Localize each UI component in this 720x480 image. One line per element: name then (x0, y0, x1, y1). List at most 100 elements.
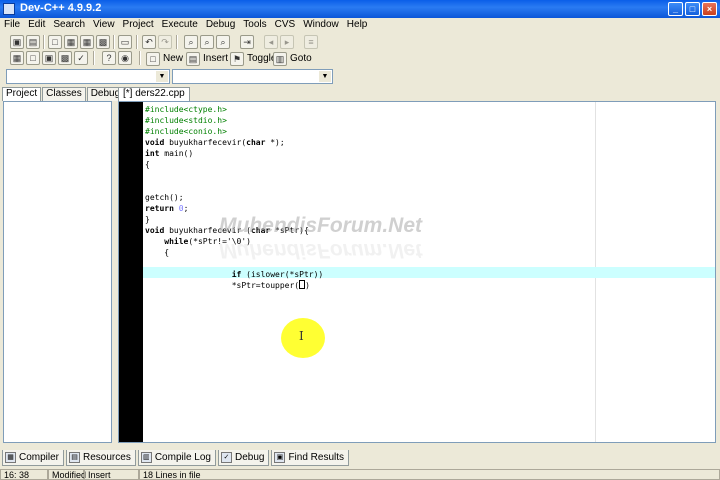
forward-icon[interactable]: ▸ (280, 35, 294, 49)
chevron-down-icon[interactable]: ▼ (156, 71, 168, 82)
project-tree[interactable] (3, 101, 112, 443)
compile-icon[interactable]: ▦ (10, 51, 24, 65)
compile-log-icon: ▥ (140, 452, 152, 463)
tab-resources[interactable]: ▤ Resources (66, 450, 136, 466)
toolbar-separator (43, 35, 45, 49)
code-token: { (145, 160, 150, 169)
help-icon[interactable]: ? (102, 51, 116, 65)
new-icon: □ (146, 51, 160, 66)
toolbar-separator (136, 35, 138, 49)
close-file-icon[interactable]: ▩ (96, 35, 110, 49)
code-token: } (145, 215, 150, 224)
code-token: if (231, 270, 242, 279)
code-token: #include<ctype.h> (145, 105, 227, 114)
code-editor[interactable]: #include<ctype.h> #include<stdio.h> #inclu… (118, 101, 716, 443)
menu-edit[interactable]: Edit (24, 18, 49, 32)
replace-icon[interactable]: ⌕ (200, 35, 214, 49)
tab-label: Resources (83, 451, 131, 463)
goto-button[interactable]: ▥ Goto (273, 51, 312, 66)
find-icon[interactable]: ⌕ (184, 35, 198, 49)
save-icon[interactable]: ▦ (64, 35, 78, 49)
code-line[interactable]: #include<stdio.h> (145, 115, 323, 126)
code-token: (islower(*sPtr)) (241, 270, 324, 279)
menu-debug[interactable]: Debug (202, 18, 239, 32)
status-lines: 18 Lines in file (139, 469, 720, 480)
toolbar-separator (176, 35, 178, 49)
code-line[interactable]: #include<conio.h> (145, 126, 323, 137)
watermark: MuhendisForum.Net (219, 214, 422, 237)
code-token: ) (305, 281, 310, 290)
tab-label: Compiler (19, 451, 60, 463)
insert-button[interactable]: ▤ Insert (186, 51, 228, 66)
menu-search[interactable]: Search (49, 18, 89, 32)
code-token: main() (159, 149, 194, 158)
find-next-icon[interactable]: ⌕ (216, 35, 230, 49)
code-text[interactable]: #include<ctype.h> #include<stdio.h> #inclu… (145, 104, 323, 291)
code-line[interactable]: void buyukharfecevir(char *); (145, 137, 323, 148)
new-button[interactable]: □ New (146, 51, 183, 66)
code-line[interactable] (145, 181, 323, 192)
menu-file[interactable]: File (0, 18, 24, 32)
save-all-icon[interactable]: ▦ (80, 35, 94, 49)
tab-debug[interactable]: ✓ Debug (217, 450, 270, 466)
bottom-tabs: ▦ Compiler ▤ Resources ▥ Compile Log ✓ Debug ▣ Fi… (0, 450, 720, 467)
tab-label: Debug (234, 451, 265, 463)
tab-compile-log[interactable]: ▥ Compile Log (137, 450, 216, 466)
toggle-button[interactable]: ⚑ Toggle (230, 51, 276, 66)
menu-execute[interactable]: Execute (158, 18, 202, 32)
code-token: buyukharfecevir( (164, 138, 247, 147)
class-combo[interactable]: ▼ (6, 69, 170, 84)
secondary-toolbar: ▦ □ ▣ ▩ ✓ ? ◉ □ New ▤ Insert ⚑ Toggle ▥ … (0, 50, 720, 67)
new-project-icon[interactable]: ▣ (10, 35, 24, 49)
toggle-bookmark-icon: ⚑ (230, 51, 244, 66)
code-line[interactable] (145, 170, 323, 181)
class-browser-icon[interactable]: ≡ (304, 35, 318, 49)
menu-window[interactable]: Window (299, 18, 343, 32)
tab-project[interactable]: Project (2, 87, 42, 101)
member-combo[interactable]: ▼ (172, 69, 333, 84)
tab-label: Find Results (288, 451, 345, 463)
menu-view[interactable]: View (89, 18, 119, 32)
about-icon[interactable]: ◉ (118, 51, 132, 65)
tab-classes[interactable]: Classes (42, 87, 86, 101)
main-toolbar: ▣ ▤ □ ▦ ▦ ▩ ▭ ↶ ↷ ⌕ ⌕ ⌕ ⇥ ◂ ▸ ≡ (0, 33, 720, 51)
menu-tools[interactable]: Tools (239, 18, 270, 32)
chevron-down-icon[interactable]: ▼ (319, 71, 331, 82)
code-line[interactable]: *sPtr=toupper() (145, 280, 323, 291)
code-line[interactable]: getch(); (145, 192, 323, 203)
code-line[interactable]: if (islower(*sPtr)) (145, 269, 324, 280)
toolbar-separator (113, 35, 115, 49)
code-line[interactable]: #include<ctype.h> (145, 104, 323, 115)
code-token: char (246, 138, 266, 147)
menu-help[interactable]: Help (343, 18, 372, 32)
undo-icon[interactable]: ↶ (142, 35, 156, 49)
menu-cvs[interactable]: CVS (271, 18, 300, 32)
code-line[interactable]: { (145, 159, 323, 170)
file-tab[interactable]: [*] ders22.cpp (118, 87, 190, 101)
redo-icon[interactable]: ↷ (158, 35, 172, 49)
print-icon[interactable]: ▭ (118, 35, 132, 49)
menu-project[interactable]: Project (119, 18, 158, 32)
code-token: { (145, 248, 170, 257)
status-mode: Insert (84, 469, 139, 480)
code-token: int (145, 149, 160, 158)
app-icon (3, 3, 15, 15)
check-syntax-icon[interactable]: ✓ (74, 51, 88, 65)
toolbar-separator (93, 51, 95, 65)
run-icon[interactable]: □ (26, 51, 40, 65)
new-file-icon[interactable]: □ (48, 35, 62, 49)
maximize-button[interactable]: □ (685, 2, 700, 16)
ibeam-cursor-icon: I (299, 329, 304, 343)
back-icon[interactable]: ◂ (264, 35, 278, 49)
code-line[interactable]: int main() (145, 148, 323, 159)
tab-find-results[interactable]: ▣ Find Results (271, 450, 350, 466)
tab-compiler[interactable]: ▦ Compiler (2, 450, 65, 466)
rebuild-icon[interactable]: ▩ (58, 51, 72, 65)
compile-run-icon[interactable]: ▣ (42, 51, 56, 65)
code-line[interactable]: return 0; (145, 203, 323, 214)
open-project-icon[interactable]: ▤ (26, 35, 40, 49)
goto-line-icon[interactable]: ⇥ (240, 35, 254, 49)
minimize-button[interactable]: _ (668, 2, 683, 16)
close-button[interactable]: × (702, 2, 717, 16)
